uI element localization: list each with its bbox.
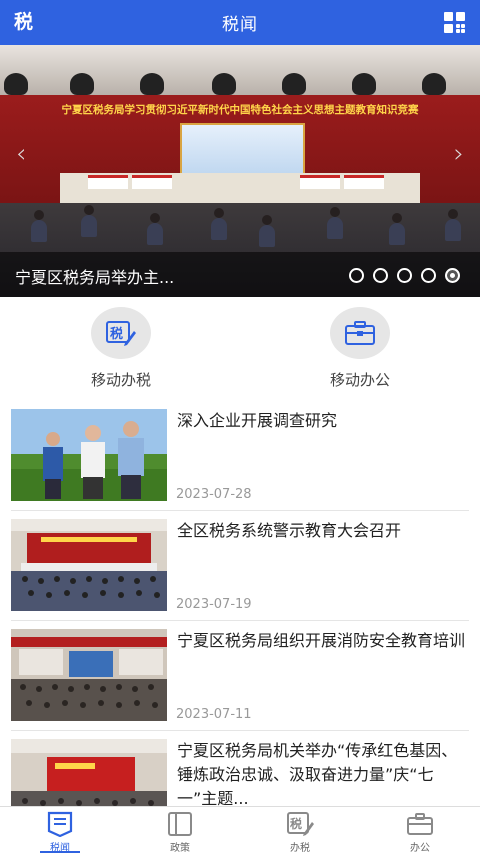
tab-office-label: 办公 (410, 843, 430, 854)
tab-tax-service-label: 办税 (290, 843, 310, 854)
carousel-dot-5[interactable] (445, 268, 460, 283)
quick-entries: 税 移动办税 移动办公 (0, 297, 480, 401)
news-thumbnail (11, 519, 167, 611)
svg-text:税: 税 (110, 326, 123, 342)
svg-text:税: 税 (290, 816, 302, 831)
page-title: 税闻 (222, 15, 258, 35)
mobile-tax-label: 移动办税 (90, 371, 151, 389)
list-item[interactable]: 宁夏区税务局组织开展消防安全教育培训 2023-07-11 (0, 621, 480, 731)
banner-carousel[interactable]: 宁夏区税务局学习贯彻习近平新时代中国特色社会主义思想主题教育知识竞赛 ‹ › 宁… (0, 45, 480, 297)
tax-service-icon: 税 (286, 811, 314, 837)
list-item[interactable]: 全区税务系统警示教育大会召开 2023-07-19 (0, 511, 480, 621)
briefcase-icon (330, 307, 390, 359)
office-icon (406, 811, 434, 837)
banner-scene-text: 宁夏区税务局学习贯彻习近平新时代中国特色社会主义思想主题教育知识竞赛 (61, 104, 419, 116)
tab-policy[interactable]: 政策 (120, 811, 240, 854)
carousel-dot-3[interactable] (397, 268, 412, 283)
tab-news[interactable]: 税闻 (0, 811, 120, 854)
carousel-dot-1[interactable] (349, 268, 364, 283)
carousel-dot-2[interactable] (373, 268, 388, 283)
app-header: 税 税闻 (0, 0, 480, 45)
mobile-office-button[interactable]: 移动办公 (290, 307, 430, 390)
active-tab-indicator (40, 851, 80, 853)
tab-policy-label: 政策 (170, 843, 190, 854)
banner-caption-bar: 宁夏区税务局举办主... (0, 252, 480, 297)
news-date: 2023-07-28 (176, 487, 252, 502)
news-title: 全区税务系统警示教育大会召开 (177, 521, 402, 540)
news-icon (46, 811, 74, 838)
bottom-tab-bar: 税闻 政策 税 办税 办公 (0, 806, 480, 854)
carousel-indicators (349, 268, 460, 283)
list-item[interactable]: 深入企业开展调查研究 2023-07-28 (0, 401, 480, 511)
tab-office[interactable]: 办公 (360, 811, 480, 854)
carousel-dot-4[interactable] (421, 268, 436, 283)
carousel-prev-icon[interactable]: ‹ (16, 139, 26, 169)
banner-caption[interactable]: 宁夏区税务局举办主... (15, 264, 174, 288)
mobile-office-label: 移动办公 (329, 371, 390, 389)
news-thumbnail (11, 409, 167, 501)
news-title: 宁夏区税务局机关举办“传承红色基因、锤炼政治忠诚、汲取奋进力量”庆“七一”主题.… (177, 741, 458, 808)
tax-edit-icon: 税 (91, 307, 151, 359)
news-date: 2023-07-11 (176, 707, 252, 722)
mobile-tax-button[interactable]: 税 移动办税 (51, 307, 191, 390)
grid-menu-icon[interactable] (444, 12, 466, 34)
news-title: 宁夏区税务局组织开展消防安全教育培训 (177, 631, 466, 650)
news-thumbnail (11, 629, 167, 721)
tax-logo: 税 (14, 11, 34, 33)
carousel-next-icon[interactable]: › (454, 139, 464, 169)
tab-tax-service[interactable]: 税 办税 (240, 811, 360, 854)
news-title: 深入企业开展调查研究 (177, 411, 338, 430)
news-date: 2023-07-19 (176, 597, 252, 612)
policy-icon (166, 811, 194, 837)
